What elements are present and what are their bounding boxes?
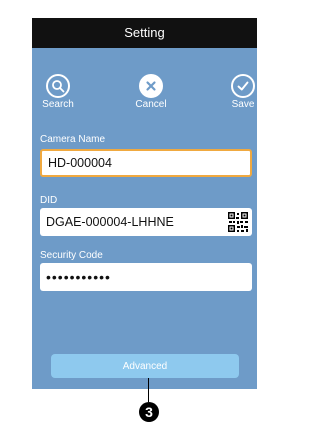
checkmark-icon xyxy=(231,74,255,98)
camera-name-field[interactable]: HD-000004 xyxy=(40,149,252,177)
did-field[interactable]: DGAE-000004-LHHNE xyxy=(40,208,252,236)
search-label: Search xyxy=(42,99,74,110)
callout-line xyxy=(148,378,149,402)
security-code-field[interactable]: ••••••••••• xyxy=(40,263,252,291)
security-code-label: Security Code xyxy=(40,250,103,261)
search-button[interactable]: Search xyxy=(36,74,80,110)
cancel-label: Cancel xyxy=(135,99,167,110)
advanced-button[interactable]: Advanced xyxy=(51,354,239,378)
did-value: DGAE-000004-LHHNE xyxy=(46,215,174,229)
cancel-button[interactable]: Cancel xyxy=(129,74,173,110)
close-icon xyxy=(139,74,163,98)
save-label: Save xyxy=(231,99,255,110)
callout-badge: 3 xyxy=(139,402,159,422)
settings-screen: Setting Search Cancel Save Camera Name H… xyxy=(32,18,257,389)
camera-name-value: HD-000004 xyxy=(48,156,112,170)
page-title: Setting xyxy=(124,25,165,40)
qr-code-icon[interactable] xyxy=(227,211,249,233)
title-bar: Setting xyxy=(32,18,257,48)
search-icon xyxy=(46,74,70,98)
save-button[interactable]: Save xyxy=(221,74,257,110)
security-code-value: ••••••••••• xyxy=(46,269,111,285)
did-label: DID xyxy=(40,195,58,206)
camera-name-label: Camera Name xyxy=(40,134,106,145)
